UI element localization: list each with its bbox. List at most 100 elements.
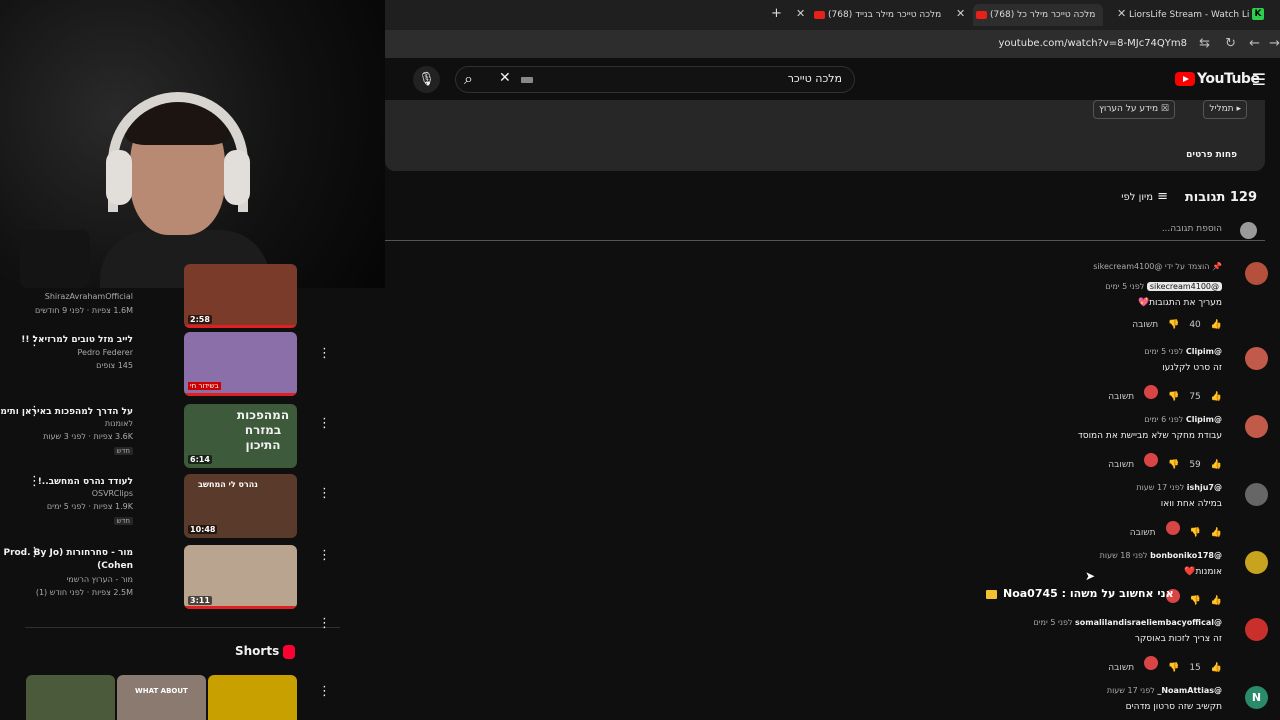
avatar[interactable] bbox=[1245, 262, 1268, 285]
recommendation-item[interactable]: ⋮ לעודד נהרס המחשב..! OSVRClips 1.9K צפי… bbox=[0, 474, 340, 540]
comment-time[interactable]: לפני 17 שעות bbox=[1136, 483, 1184, 492]
reply-button[interactable]: תשובה bbox=[1108, 460, 1134, 470]
more-options-icon[interactable]: ⋮ bbox=[318, 346, 331, 361]
search-input[interactable]: מלכה טייכר bbox=[788, 72, 842, 85]
close-tab-icon[interactable]: ✕ bbox=[1117, 7, 1126, 20]
transcript-chip[interactable]: ▸ תמליל bbox=[1203, 100, 1247, 119]
video-title[interactable]: מור - סחרחורות (Prod. By Jo Cohen) bbox=[0, 547, 133, 573]
recommendation-item[interactable]: ⋮ לייב מזל טובים למרזיאל !! Pedro Federe… bbox=[0, 332, 340, 398]
comment-author[interactable]: @bonboniko178 bbox=[1150, 551, 1222, 560]
comment-time[interactable]: לפני 5 ימים bbox=[1144, 347, 1183, 356]
video-stats: 145 צופים bbox=[96, 361, 133, 370]
comment-author[interactable]: @ishju7 bbox=[1187, 483, 1222, 492]
comment-time[interactable]: לפני 17 שעות bbox=[1107, 686, 1155, 695]
menu-icon[interactable]: ☰ bbox=[1252, 70, 1266, 89]
search-icon[interactable]: ⌕ bbox=[464, 69, 473, 89]
clear-icon[interactable]: ✕ bbox=[499, 70, 511, 86]
comment-time[interactable]: לפני 5 ימים bbox=[1033, 618, 1072, 627]
avatar[interactable] bbox=[1245, 347, 1268, 370]
avatar[interactable] bbox=[1245, 483, 1268, 506]
close-tab-icon[interactable]: ✕ bbox=[956, 7, 965, 20]
tab-2-active[interactable]: (768) מלכה טייכר מילר כל bbox=[973, 4, 1103, 26]
tab-1[interactable]: LiorsLife Stream - Watch Live on bbox=[1129, 4, 1249, 26]
video-thumbnail[interactable]: נהרס לי המחשב 10:48 bbox=[184, 474, 297, 538]
video-thumbnail[interactable]: בשידור חי bbox=[184, 332, 297, 396]
show-less-button[interactable]: פחות פרטים bbox=[1186, 150, 1237, 160]
video-title[interactable]: לייב מזל טובים למרזיאל !! bbox=[0, 334, 133, 346]
pinned-by-text: הוצמד על ידי @sikecream4100 bbox=[1093, 262, 1210, 271]
add-comment-input[interactable]: הוספת תגובה... bbox=[1162, 224, 1222, 234]
like-icon[interactable]: 👍 bbox=[1211, 663, 1222, 673]
youtube-logo[interactable]: YouTube bbox=[1175, 71, 1260, 87]
channel-name[interactable]: Pedro Federer bbox=[78, 348, 134, 357]
video-title[interactable]: לעודד נהרס המחשב..! bbox=[0, 476, 133, 488]
video-thumbnail[interactable]: המהפכות במזרח התיכון 6:14 bbox=[184, 404, 297, 468]
reply-button[interactable]: תשובה bbox=[1108, 663, 1134, 673]
comment-author[interactable]: @sikecream4100 bbox=[1146, 282, 1222, 291]
dislike-icon[interactable]: 👎 bbox=[1168, 460, 1179, 470]
channel-name[interactable]: לאומנות bbox=[105, 419, 133, 428]
video-title[interactable]: על הדרך למהפכות באיראן ותימן bbox=[0, 406, 133, 418]
comment-meta: @sikecream4100 לפני 5 ימים bbox=[1105, 282, 1222, 291]
short-thumbnail[interactable]: WHAT ABOUT bbox=[117, 675, 206, 720]
keyboard-icon[interactable] bbox=[521, 77, 533, 83]
url-text[interactable]: youtube.com/watch?v=8-MJc74QYm8 bbox=[998, 38, 1187, 49]
comment-time[interactable]: לפני 6 ימים bbox=[1144, 415, 1183, 424]
short-thumbnail[interactable] bbox=[208, 675, 297, 720]
avatar[interactable] bbox=[1245, 618, 1268, 641]
more-options-icon[interactable]: ⋮ bbox=[318, 616, 331, 631]
comment-author[interactable]: @Clipim bbox=[1186, 347, 1222, 356]
reload-icon[interactable]: ↻ bbox=[1225, 36, 1236, 51]
close-tab-icon[interactable]: ✕ bbox=[796, 7, 805, 20]
avatar[interactable] bbox=[1245, 415, 1268, 438]
search-box[interactable]: ⌕ ✕ מלכה טייכר bbox=[455, 66, 855, 93]
like-icon[interactable]: 👍 bbox=[1211, 320, 1222, 330]
short-thumbnail[interactable] bbox=[26, 675, 115, 720]
channel-name[interactable]: OSVRClips bbox=[92, 489, 133, 498]
avatar[interactable] bbox=[1245, 551, 1268, 574]
forward-icon[interactable]: → bbox=[1269, 36, 1280, 51]
more-options-icon[interactable]: ⋮ bbox=[318, 486, 331, 501]
recommendation-item[interactable]: ⋮ על הדרך למהפכות באיראן ותימן לאומנות 3… bbox=[0, 404, 340, 470]
channel-name[interactable]: מור - הערוץ הרשמי bbox=[66, 575, 133, 584]
new-tab-button[interactable]: + bbox=[771, 6, 782, 21]
like-count: 75 bbox=[1189, 392, 1201, 402]
video-thumbnail[interactable]: 2:58 bbox=[184, 264, 297, 328]
recommendation-item[interactable]: ⋮ מור - סחרחורות (Prod. By Jo Cohen) מור… bbox=[0, 545, 340, 611]
comment-author[interactable]: @somalilandisraeliembacyoffical bbox=[1075, 618, 1222, 627]
creator-heart-icon bbox=[1144, 385, 1159, 399]
comment-time[interactable]: לפני 18 שעות bbox=[1100, 551, 1148, 560]
comment-author[interactable]: @Clipim bbox=[1186, 415, 1222, 424]
comment-actions: 👍 15 👎 תשובה bbox=[1098, 656, 1222, 673]
more-options-icon[interactable]: ⋮ bbox=[318, 548, 331, 563]
description-card: ▸ תמליל ☒ מידע על הערוץ פחות פרטים bbox=[385, 100, 1265, 171]
comment-author[interactable]: @NoamAttias_ bbox=[1157, 686, 1222, 695]
like-icon[interactable]: 👍 bbox=[1211, 528, 1222, 538]
like-icon[interactable]: 👍 bbox=[1211, 596, 1222, 606]
tune-icon[interactable]: ⇆ bbox=[1199, 36, 1210, 51]
channel-info-chip[interactable]: ☒ מידע על הערוץ bbox=[1093, 100, 1175, 119]
like-icon[interactable]: 👍 bbox=[1211, 460, 1222, 470]
more-options-icon[interactable]: ⋮ bbox=[318, 416, 331, 431]
like-icon[interactable]: 👍 bbox=[1211, 392, 1222, 402]
avatar[interactable]: N bbox=[1245, 686, 1268, 709]
back-icon[interactable]: ← bbox=[1249, 36, 1260, 51]
dislike-icon[interactable]: 👎 bbox=[1168, 663, 1179, 673]
tab-3[interactable]: (768) מלכה טייכר מילר בנייד bbox=[811, 4, 941, 26]
more-options-icon[interactable]: ⋮ bbox=[318, 684, 331, 699]
channel-name[interactable]: ShirazAvrahamOfficial bbox=[45, 292, 133, 301]
video-thumbnail[interactable]: 3:11 bbox=[184, 545, 297, 609]
browser-tabbar: + ✕ (768) מלכה טייכר מילר בנייד ✕ (768) … bbox=[385, 0, 1280, 30]
recommendation-item[interactable]: 2:58 ShirazAvrahamOfficial 1.6M צפיות · … bbox=[0, 264, 340, 330]
sort-button[interactable]: ≡מיון לפי bbox=[1121, 189, 1168, 204]
mic-icon[interactable]: 🎙 bbox=[413, 66, 440, 93]
reply-button[interactable]: תשובה bbox=[1132, 320, 1158, 330]
reply-button[interactable]: תשובה bbox=[1130, 528, 1156, 538]
reply-button[interactable]: תשובה bbox=[1108, 392, 1134, 402]
dislike-icon[interactable]: 👎 bbox=[1168, 392, 1179, 402]
dislike-icon[interactable]: 👎 bbox=[1190, 528, 1201, 538]
extension-icon[interactable]: K bbox=[1252, 8, 1264, 20]
comment-time[interactable]: לפני 5 ימים bbox=[1105, 282, 1144, 291]
dislike-icon[interactable]: 👎 bbox=[1190, 596, 1201, 606]
dislike-icon[interactable]: 👎 bbox=[1168, 320, 1179, 330]
